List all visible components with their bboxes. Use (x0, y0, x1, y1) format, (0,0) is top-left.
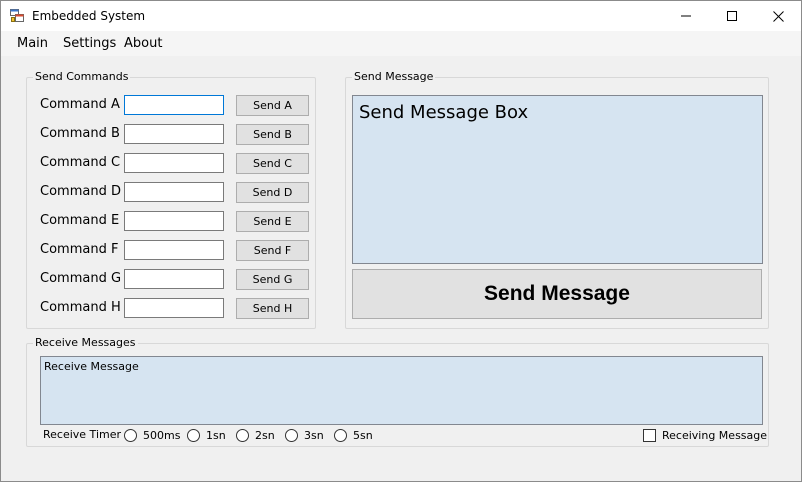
send-h-button[interactable]: Send H (236, 298, 309, 319)
menu-main[interactable]: Main (17, 36, 48, 51)
send-b-button[interactable]: Send B (236, 124, 309, 145)
radio-circle-icon[interactable] (187, 429, 200, 442)
command-c-label: Command C (40, 155, 121, 170)
send-a-button[interactable]: Send A (236, 95, 309, 116)
send-e-button[interactable]: Send E (236, 211, 309, 232)
command-d-input[interactable] (124, 182, 224, 202)
command-d-label: Command D (40, 184, 121, 199)
app-window: Embedded System Main Settings About Send… (0, 0, 802, 482)
command-h-input[interactable] (124, 298, 224, 318)
minimize-icon (681, 15, 691, 17)
command-f-label: Command F (40, 242, 119, 257)
radio-circle-icon[interactable] (236, 429, 249, 442)
send-c-button[interactable]: Send C (236, 153, 309, 174)
send-f-button[interactable]: Send F (236, 240, 309, 261)
timer-option-500ms[interactable]: 500ms (124, 429, 180, 442)
minimize-button[interactable] (663, 1, 709, 31)
send-g-button[interactable]: Send G (236, 269, 309, 290)
timer-option-label: 500ms (143, 429, 181, 442)
command-a-label: Command A (40, 97, 120, 112)
title-bar[interactable]: Embedded System (1, 1, 801, 31)
radio-circle-icon[interactable] (285, 429, 298, 442)
timer-option-3sn[interactable]: 3sn (285, 429, 324, 442)
timer-option-5sn[interactable]: 5sn (334, 429, 373, 442)
send-message-box[interactable]: Send Message Box (352, 95, 763, 264)
command-g-input[interactable] (124, 269, 224, 289)
send-commands-title: Send Commands (33, 70, 131, 84)
command-c-input[interactable] (124, 153, 224, 173)
close-button[interactable] (755, 1, 801, 31)
send-d-button[interactable]: Send D (236, 182, 309, 203)
command-e-label: Command E (40, 213, 120, 228)
receiving-message-label: Receiving Message (662, 429, 768, 442)
timer-option-1sn[interactable]: 1sn (187, 429, 226, 442)
command-b-label: Command B (40, 126, 120, 141)
menu-about[interactable]: About (124, 36, 162, 51)
maximize-button[interactable] (709, 1, 755, 31)
command-g-label: Command G (40, 271, 122, 286)
menu-settings[interactable]: Settings (63, 36, 116, 51)
app-window-icon (10, 9, 24, 22)
close-icon (772, 10, 784, 22)
timer-option-label: 1sn (206, 429, 226, 442)
maximize-icon (727, 11, 737, 21)
receive-message-box[interactable]: Receive Message (40, 356, 763, 425)
send-message-button[interactable]: Send Message (352, 269, 762, 319)
menu-bar: Main Settings About (1, 31, 801, 56)
send-message-title: Send Message (352, 70, 436, 84)
receive-timer-label: Receive Timer (43, 428, 122, 441)
receiving-message-checkbox[interactable]: Receiving Message (643, 429, 767, 442)
timer-option-label: 5sn (353, 429, 373, 442)
receive-messages-title: Receive Messages (33, 336, 138, 350)
radio-circle-icon[interactable] (124, 429, 137, 442)
command-e-input[interactable] (124, 211, 224, 231)
command-b-input[interactable] (124, 124, 224, 144)
command-h-label: Command H (40, 300, 121, 315)
command-a-input[interactable] (124, 95, 224, 115)
timer-option-label: 3sn (304, 429, 324, 442)
checkbox-icon[interactable] (643, 429, 656, 442)
window-title: Embedded System (32, 9, 146, 23)
radio-circle-icon[interactable] (334, 429, 347, 442)
timer-option-2sn[interactable]: 2sn (236, 429, 275, 442)
command-f-input[interactable] (124, 240, 224, 260)
timer-option-label: 2sn (255, 429, 275, 442)
